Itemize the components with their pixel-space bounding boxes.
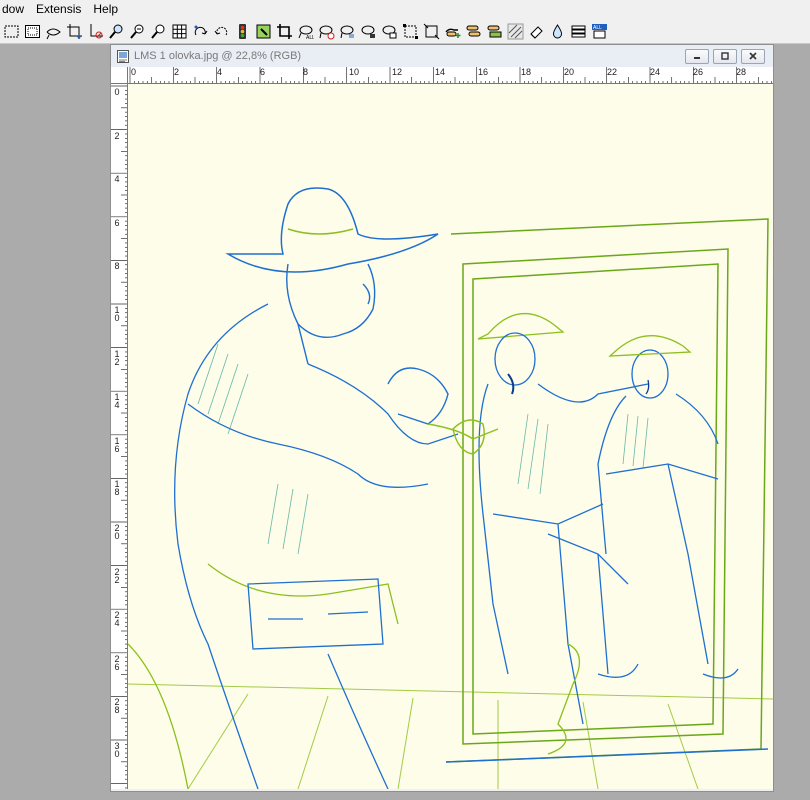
transform-icon[interactable] (401, 22, 420, 41)
menu-help[interactable]: Help (87, 0, 124, 19)
ruler-h-label: 10 (349, 67, 360, 77)
grid-icon[interactable] (170, 22, 189, 41)
ruler-v-label: 16 (114, 435, 120, 454)
line-erase-icon[interactable] (86, 22, 105, 41)
hand-stack-icon[interactable] (464, 22, 483, 41)
zoom-in-icon[interactable] (107, 22, 126, 41)
image-canvas[interactable] (128, 84, 773, 789)
menu-extensis[interactable]: Extensis (30, 0, 87, 19)
ruler-h-label: 28 (736, 67, 747, 77)
ruler-h-label: 22 (607, 67, 618, 77)
marquee-icon[interactable] (23, 22, 42, 41)
close-icon (749, 52, 757, 60)
ruler-v-label: 6 (114, 217, 120, 228)
svg-text:ALL: ALL (306, 35, 314, 40)
toolbar: ALL ALL (0, 19, 810, 44)
eraser-icon[interactable] (527, 22, 546, 41)
bucket-icon[interactable] (254, 22, 273, 41)
restore-icon (721, 52, 729, 60)
lasso-swap-icon[interactable] (338, 22, 357, 41)
crop-line-icon[interactable] (65, 22, 84, 41)
ruler-v-label: 28 (114, 697, 120, 716)
lasso-fill-icon[interactable] (359, 22, 378, 41)
ruler-h-label: 18 (521, 67, 532, 77)
svg-text:ALL: ALL (593, 25, 602, 31)
ruler-v-label: 30 (114, 741, 120, 759)
ruler-h-label: 4 (217, 67, 223, 77)
document-window: LMS 1 olovka.jpg @ 22,8% (RGB) 0 2 4 6 8… (110, 44, 774, 792)
ruler-h-label: 14 (435, 67, 446, 77)
layers-icon[interactable] (569, 22, 588, 41)
menubar: dow Extensis Help (0, 0, 810, 19)
ruler-h-label: 16 (478, 67, 489, 77)
crop-icon[interactable] (275, 22, 294, 41)
rotate-cw-icon[interactable] (191, 22, 210, 41)
pencil-sketch-artwork (128, 187, 773, 789)
ruler-v-label: 14 (114, 392, 120, 411)
rotate-ccw-icon[interactable] (212, 22, 231, 41)
hatch-icon[interactable] (506, 22, 525, 41)
ruler-h-label: 12 (392, 67, 403, 77)
ruler-h-label: 24 (650, 67, 661, 77)
restore-button[interactable] (713, 48, 737, 64)
ruler-h-label: 6 (260, 67, 266, 77)
lasso-copy-icon[interactable] (380, 22, 399, 41)
drop-icon[interactable] (548, 22, 567, 41)
document-title: LMS 1 olovka.jpg @ 22,8% (RGB) (134, 50, 302, 62)
menu-window[interactable]: dow (0, 0, 30, 19)
ruler-h-label: 26 (693, 67, 704, 77)
ruler-v-label: 22 (114, 566, 120, 585)
ruler-h-label: 8 (303, 67, 309, 77)
close-button[interactable] (741, 48, 765, 64)
zoom-icon[interactable] (149, 22, 168, 41)
ruler-corner (111, 67, 128, 84)
all-select-icon[interactable]: ALL (590, 22, 609, 41)
ruler-h-label: 0 (131, 67, 137, 77)
ruler-v-label: 24 (114, 610, 120, 629)
minimize-icon (694, 57, 700, 59)
document-titlebar[interactable]: LMS 1 olovka.jpg @ 22,8% (RGB) (111, 45, 773, 67)
ruler-v-label: 2 (114, 130, 120, 141)
zoom-out-icon[interactable] (128, 22, 147, 41)
ruler-v-label: 0 (114, 87, 120, 97)
traffic-light-icon[interactable] (233, 22, 252, 41)
ruler-v-label: 4 (114, 174, 120, 185)
vertical-ruler[interactable]: 024681012141618202224262830 (111, 84, 128, 789)
ruler-h-label: 20 (564, 67, 575, 77)
hand-add-icon[interactable] (443, 22, 462, 41)
rect-select-icon[interactable] (2, 22, 21, 41)
lasso-delete-icon[interactable] (317, 22, 336, 41)
hand-paint-icon[interactable] (485, 22, 504, 41)
ruler-v-label: 12 (114, 348, 120, 367)
document-icon (117, 49, 129, 63)
ruler-v-label: 26 (114, 653, 120, 672)
ruler-v-label: 8 (114, 261, 120, 272)
lasso-select-icon[interactable]: ALL (296, 22, 315, 41)
horizontal-ruler[interactable]: 0 2 4 6 8 10 12 14 16 18 20 22 24 26 28 (128, 67, 773, 84)
resize-icon[interactable] (422, 22, 441, 41)
lasso-icon[interactable] (44, 22, 63, 41)
ruler-v-label: 18 (114, 479, 120, 498)
minimize-button[interactable] (685, 48, 709, 64)
ruler-v-label: 10 (114, 305, 120, 323)
ruler-h-label: 2 (174, 67, 180, 77)
ruler-v-label: 20 (114, 523, 120, 541)
